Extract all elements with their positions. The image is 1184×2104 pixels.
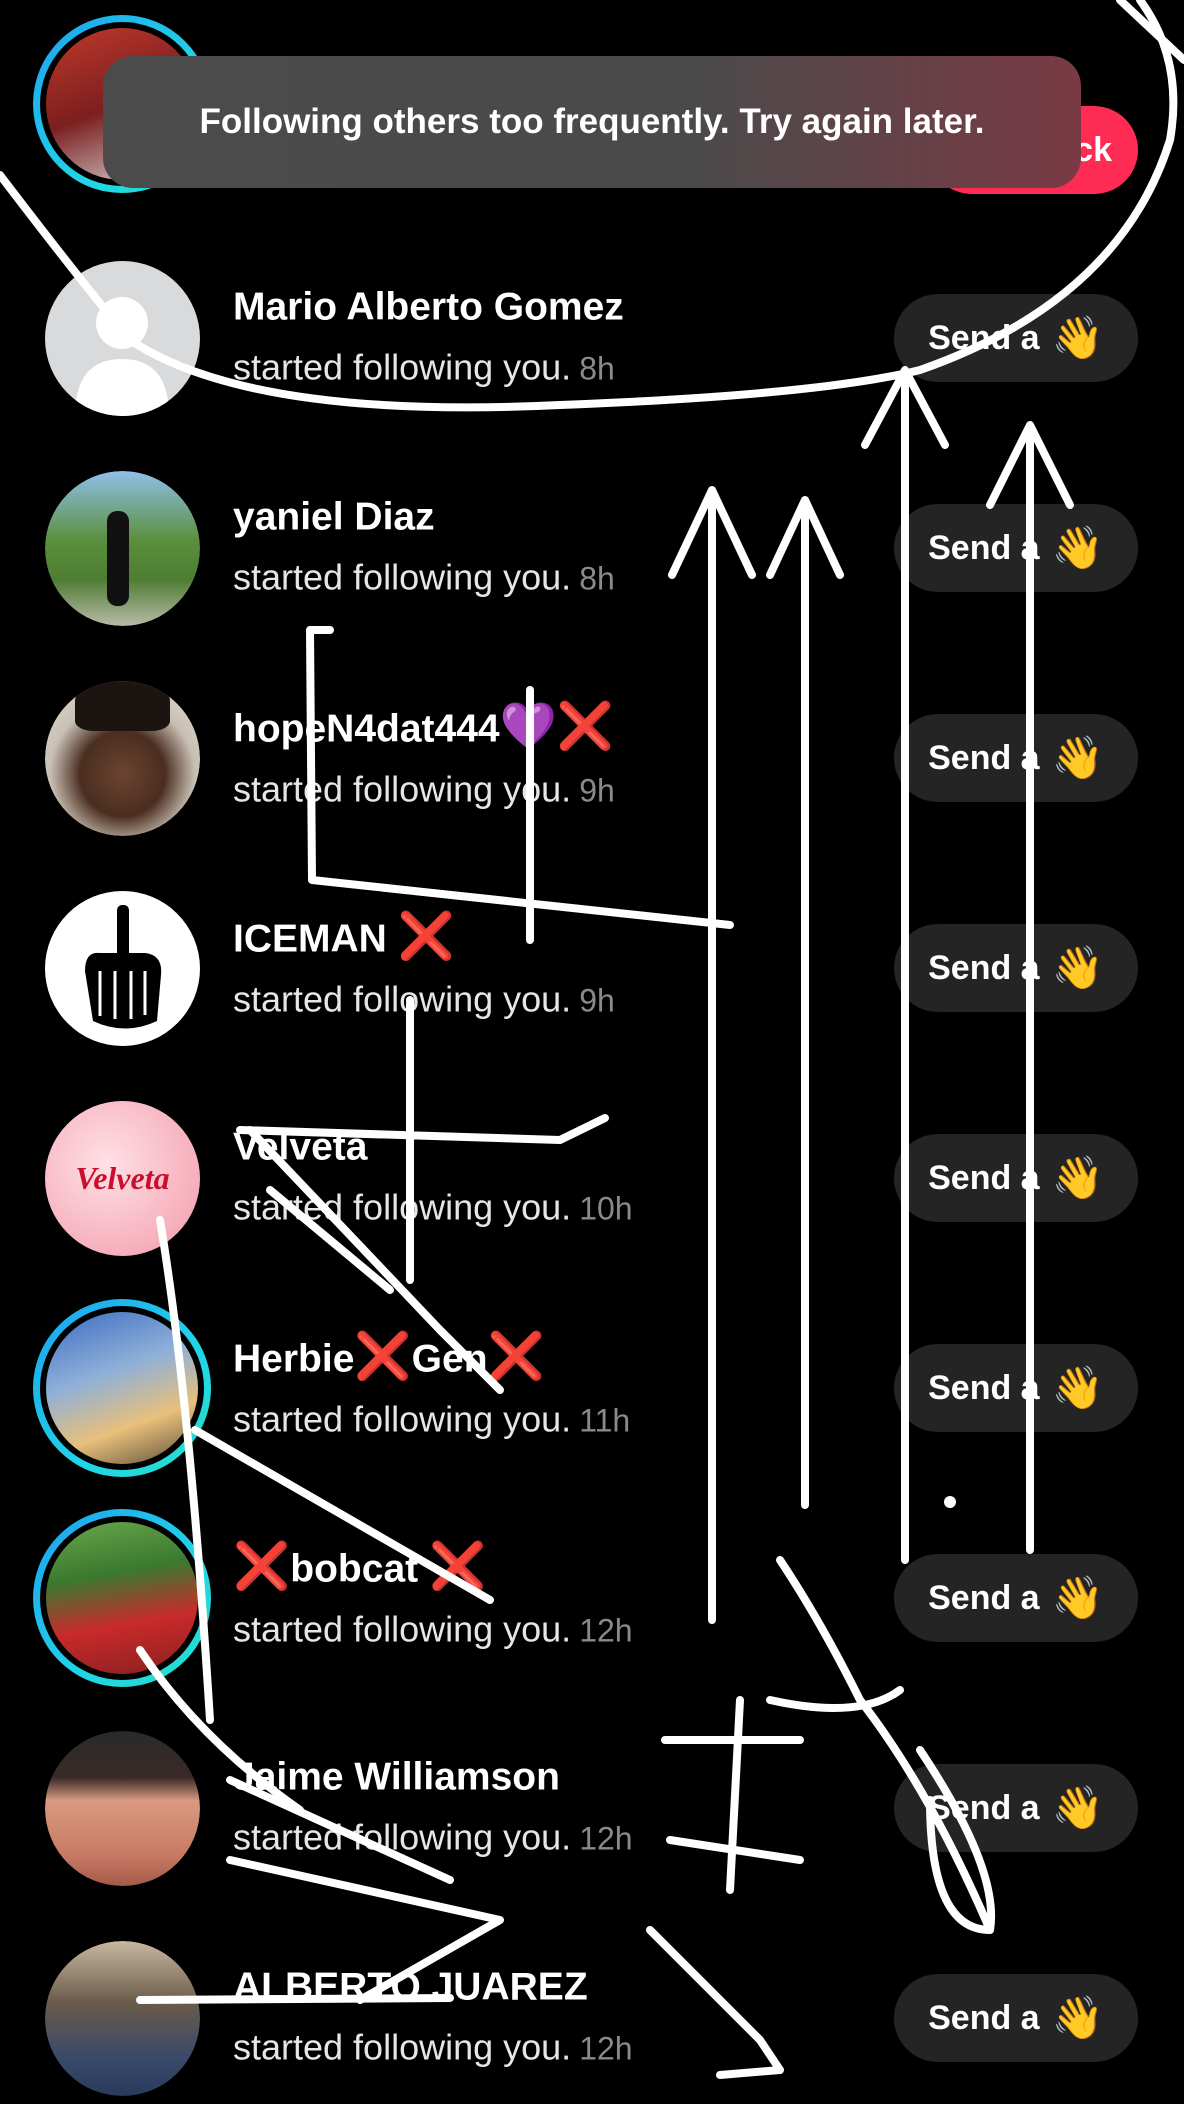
avatar[interactable] (45, 891, 200, 1046)
send-wave-button[interactable]: Send a 👋 (894, 294, 1138, 382)
username[interactable]: Jaime Williamson (233, 1752, 633, 1804)
timestamp: 12h (579, 1612, 633, 1649)
send-wave-button[interactable]: Send a 👋 (894, 1554, 1138, 1642)
button-label: Send a (928, 1158, 1040, 1197)
send-wave-button[interactable]: Send a 👋 (894, 714, 1138, 802)
button-label: Send a (928, 318, 1040, 357)
avatar[interactable] (33, 1299, 211, 1477)
wave-icon: 👋 (1051, 733, 1104, 781)
list-item[interactable]: Jaime Williamson started following you. 1… (0, 1703, 1184, 1913)
activity-text: started following you. (233, 346, 572, 388)
purple-heart-icon: 💜 (499, 699, 557, 752)
button-label: Send a (928, 1998, 1040, 2037)
avatar[interactable] (45, 1941, 200, 2096)
wave-icon: 👋 (1051, 1153, 1104, 1201)
x-icon: ❌ (397, 909, 455, 962)
timestamp: 10h (579, 1190, 633, 1227)
username[interactable]: Mario Alberto Gomez (233, 282, 624, 334)
activity-text: started following you. (233, 768, 572, 810)
avatar[interactable] (45, 471, 200, 626)
activity-text: started following you. (233, 1398, 572, 1440)
timestamp: 8h (579, 350, 615, 387)
activity-text: started following you. (233, 1816, 572, 1858)
username-text: bobcat (290, 1547, 419, 1591)
timestamp: 9h (579, 772, 615, 809)
timestamp: 9h (579, 982, 615, 1019)
skeleton-hand-icon (85, 905, 162, 1029)
list-item[interactable]: ❌bobcat ❌ started following you. 12h Send… (0, 1493, 1184, 1703)
activity-text: started following you. (233, 2026, 572, 2068)
list-item[interactable]: Velveta Velveta started following you. 10… (0, 1073, 1184, 1283)
activity-text: started following you. (233, 1186, 572, 1228)
list-item[interactable]: Mario Alberto Gomez started following yo… (0, 233, 1184, 443)
activity-text: started following you. (233, 978, 572, 1020)
toast-message: Following others too frequently. Try aga… (199, 102, 985, 141)
avatar[interactable] (45, 1731, 200, 1886)
wave-icon: 👋 (1051, 1993, 1104, 2041)
timestamp: 8h (579, 560, 615, 597)
list-item[interactable]: hopeN4dat444💜❌ started following you. 9h … (0, 653, 1184, 863)
wave-icon: 👋 (1051, 523, 1104, 571)
send-wave-button[interactable]: Send a 👋 (894, 504, 1138, 592)
username-text: ICEMAN (233, 917, 387, 961)
username-text-2: Gen (411, 1337, 488, 1381)
velveta-logo-text: Velveta (75, 1160, 170, 1196)
username[interactable]: Herbie❌Gen❌ (233, 1330, 630, 1386)
button-label: Send a (928, 1578, 1040, 1617)
send-wave-button[interactable]: Send a 👋 (894, 1764, 1138, 1852)
activity-text: started following you. (233, 556, 572, 598)
button-label: Send a (928, 1368, 1040, 1407)
rate-limit-toast: Following others too frequently. Try aga… (103, 56, 1081, 188)
send-wave-button[interactable]: Send a 👋 (894, 924, 1138, 1012)
notifications-screen: ck Following others too frequently. Try … (0, 0, 1184, 2104)
avatar[interactable] (45, 681, 200, 836)
button-label: Send a (928, 738, 1040, 777)
username-text: Herbie (233, 1337, 355, 1381)
x-icon: ❌ (233, 1539, 291, 1592)
list-item[interactable]: yaniel Diaz started following you. 8h Sen… (0, 443, 1184, 653)
x-icon: ❌ (556, 699, 615, 752)
username[interactable]: ALBERTO JUAREZ (233, 1962, 633, 2014)
timestamp: 12h (579, 2030, 633, 2067)
wave-icon: 👋 (1051, 1573, 1104, 1621)
wave-icon: 👋 (1051, 1363, 1104, 1411)
button-label: Send a (928, 1788, 1040, 1827)
activity-text: started following you. (233, 1608, 572, 1650)
timestamp: 12h (579, 1820, 633, 1857)
wave-icon: 👋 (1051, 1783, 1104, 1831)
button-label: Send a (928, 948, 1040, 987)
send-wave-button[interactable]: Send a 👋 (894, 1134, 1138, 1222)
list-item[interactable]: Herbie❌Gen❌ started following you. 11h Se… (0, 1283, 1184, 1493)
avatar[interactable] (33, 1509, 211, 1687)
avatar[interactable] (45, 261, 200, 416)
username[interactable]: Velveta (233, 1122, 633, 1174)
timestamp: 11h (579, 1402, 631, 1439)
username[interactable]: hopeN4dat444💜❌ (233, 700, 615, 756)
button-label: Send a (928, 528, 1040, 567)
wave-icon: 👋 (1051, 313, 1104, 361)
wave-icon: 👋 (1051, 943, 1104, 991)
list-item[interactable]: ICEMAN ❌ started following you. 9h Send a… (0, 863, 1184, 1073)
username[interactable]: ICEMAN ❌ (233, 910, 615, 966)
x-icon: ❌ (354, 1329, 412, 1382)
username-text: hopeN4dat444 (233, 707, 500, 751)
username[interactable]: ❌bobcat ❌ (233, 1540, 633, 1596)
x-icon: ❌ (428, 1539, 487, 1592)
list-item[interactable]: ALBERTO JUAREZ started following you. 12h… (0, 1913, 1184, 2104)
x-icon: ❌ (487, 1329, 545, 1382)
avatar[interactable]: Velveta (45, 1101, 200, 1256)
default-avatar-icon (75, 297, 169, 416)
send-wave-button[interactable]: Send a 👋 (894, 1974, 1138, 2062)
send-wave-button[interactable]: Send a 👋 (894, 1344, 1138, 1432)
username[interactable]: yaniel Diaz (233, 492, 615, 544)
